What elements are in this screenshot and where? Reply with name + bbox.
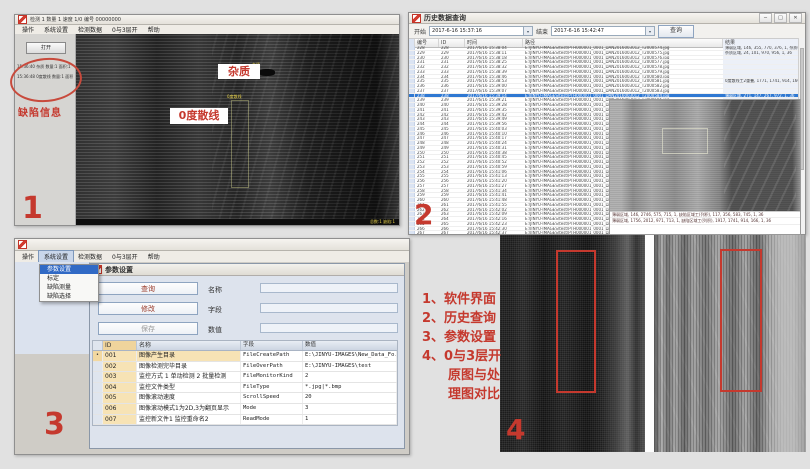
chevron-down-icon[interactable]: ▾	[523, 27, 532, 35]
param-row[interactable]: 003监控方式 1 单动检测 2 批量检测FileMonitorKind2	[93, 372, 397, 383]
param-row[interactable]: 005图像滚动速度ScrollSpeed20	[93, 393, 397, 404]
impurity-defect-blob	[259, 69, 275, 76]
original-defect-rect	[556, 250, 596, 393]
chevron-down-icon[interactable]: ▾	[645, 27, 654, 35]
defect-info-annotation: 缺陷信息	[18, 104, 62, 119]
scatter-defect-rect	[231, 100, 249, 188]
start-time-value: 2017-6-16 15:37:16	[430, 28, 523, 34]
field-label: 字段	[208, 305, 222, 315]
value-label: 数值	[208, 325, 222, 335]
detection-viewer-window: 检测 1 数量 1 速度 1/0 编号 00000000 操作系统设置检测数据0…	[14, 14, 400, 226]
menu-item[interactable]: 操作	[17, 251, 39, 262]
note-line: 3、参数设置	[422, 328, 501, 347]
menu-item[interactable]: 系统设置	[39, 251, 73, 262]
note-line: 原图与处	[422, 366, 501, 385]
open-button[interactable]: 打开	[26, 42, 66, 54]
scatter-label: 0度散线	[170, 108, 228, 124]
menu-option[interactable]: 标定	[40, 274, 98, 283]
p2-titlebar: 历史数据查询 ─ □ ✕	[409, 13, 805, 24]
window-controls: ─ □ ✕	[759, 13, 802, 23]
badge-4: 4	[506, 416, 525, 444]
p2-toolbar: 开始 2017-6-16 15:37:16 ▾ 结束 2017-6-16 15:…	[409, 24, 805, 39]
col-value[interactable]: 数值	[303, 341, 397, 350]
query-param-button[interactable]: 查询	[98, 282, 198, 295]
p3-dropdown: 参数设置标定缺陷测量缺陷选择	[39, 264, 99, 302]
badge-1: 1	[22, 194, 43, 224]
value-input[interactable]	[260, 323, 398, 333]
note-line: 4、0与3层开	[422, 347, 501, 366]
save-param-button[interactable]: 保存	[98, 322, 198, 335]
menu-item[interactable]: 检测数据	[73, 251, 107, 262]
preview-status: 薄弱区域, 146, 2746, 575, 715, 1, 缺陷区域工(列积),…	[610, 211, 800, 234]
history-query-window: 历史数据查询 ─ □ ✕ 开始 2017-6-16 15:37:16 ▾ 结束 …	[408, 12, 806, 235]
history-image-preview: 薄弱区域, 146, 2746, 575, 715, 1, 缺陷区域工(列积),…	[609, 99, 801, 235]
preview-defect-rect	[662, 128, 708, 154]
scatter-yellow-tag: 0度散线	[227, 94, 242, 100]
badge-2: 2	[414, 201, 433, 229]
query-button[interactable]: 查询	[658, 25, 694, 38]
param-table-header: ID 名称 字段 数值	[93, 341, 397, 351]
name-label: 名称	[208, 285, 222, 295]
menu-option[interactable]: 缺陷选择	[40, 292, 98, 301]
inspection-image[interactable]: 杂质 杂质 0度散线 0度散线 总数:1 缺陷:1	[76, 34, 399, 225]
strip-divider	[645, 235, 654, 452]
processed-defect-rect	[720, 249, 762, 392]
preview-texture-overlay	[724, 100, 796, 212]
app-icon	[18, 240, 27, 249]
settings-window: 操作系统设置检测数据0与3层开帮助 参数设置标定缺陷测量缺陷选择 参数设置 查询…	[14, 238, 410, 455]
name-input[interactable]	[260, 283, 398, 293]
dialog-titlebar: 参数设置	[90, 264, 404, 276]
badge-3: 3	[44, 410, 65, 440]
app-icon	[18, 15, 27, 24]
minimize-button[interactable]: ─	[759, 13, 772, 23]
p1-statusbar: 总数:1 缺陷:1	[76, 219, 399, 225]
preview-image	[610, 100, 800, 212]
param-row[interactable]: 007监控新文件1 监控重命名2ReadMode1	[93, 415, 397, 426]
start-time-field[interactable]: 2017-6-16 15:37:16 ▾	[429, 26, 533, 36]
maximize-button[interactable]: □	[774, 13, 787, 23]
note-line: 2、历史查询	[422, 309, 501, 328]
close-button[interactable]: ✕	[789, 13, 802, 23]
preview-status-line: 薄弱区域, 1756, 2012, 971, 713, 1, 缺陷区域工(列积)…	[610, 218, 800, 224]
param-row[interactable]: •001图像产生目录FileCreatePathE:\JINYU-IMAGES\…	[93, 351, 397, 362]
menu-item[interactable]: 0与3层开	[107, 251, 143, 262]
p1-title-text: 检测 1 数量 1 速度 1/0 编号 00000000	[30, 16, 121, 23]
param-row[interactable]: 006图像滚动模式1为2D,3为翻页显示Mode3	[93, 404, 397, 415]
col-name[interactable]: 名称	[137, 341, 241, 350]
param-row[interactable]: 004监控文件类型FileType*.jpg|*.bmp	[93, 383, 397, 394]
dialog-title: 参数设置	[105, 265, 133, 275]
p3-titlebar	[15, 239, 409, 251]
param-settings-dialog: 参数设置 查询 修改 保存 名称 字段 数值 ID 名称 字段 数值 •001图…	[89, 263, 405, 449]
screenshot-canvas: 检测 1 数量 1 速度 1/0 编号 00000000 操作系统设置检测数据0…	[0, 0, 810, 469]
param-table: ID 名称 字段 数值 •001图像产生目录FileCreatePathE:\J…	[92, 340, 398, 426]
end-time-label: 结束	[536, 27, 548, 36]
note-line: 理图对比	[422, 385, 501, 404]
end-time-field[interactable]: 2017-6-16 15:42:47 ▾	[551, 26, 655, 36]
col-field[interactable]: 字段	[241, 341, 303, 350]
col-selector	[93, 341, 103, 350]
menu-item[interactable]: 帮助	[143, 251, 165, 262]
param-row[interactable]: 002图像检测完毕目录FileOverPathE:\JINYU-IMAGES\t…	[93, 362, 397, 373]
end-time-value: 2017-6-16 15:42:47	[552, 28, 645, 34]
field-input[interactable]	[260, 303, 398, 313]
menu-option[interactable]: 缺陷测量	[40, 283, 98, 292]
modify-param-button[interactable]: 修改	[98, 302, 198, 315]
p1-body: 打开 15:36:40 杂质 数量:1 面积:115:36:48 0度散线 数量…	[15, 34, 399, 225]
param-table-body: •001图像产生目录FileCreatePathE:\JINYU-IMAGES\…	[93, 351, 397, 425]
menu-option[interactable]: 参数设置	[40, 265, 98, 274]
annotation-notes: 1、软件界面2、历史查询3、参数设置4、0与3层开原图与处理图对比	[422, 290, 501, 404]
col-id[interactable]: ID	[103, 341, 137, 350]
start-time-label: 开始	[414, 27, 426, 36]
note-line: 1、软件界面	[422, 290, 501, 309]
impurity-label: 杂质	[218, 64, 260, 79]
p2-title-text: 历史数据查询	[424, 13, 466, 23]
app-icon	[412, 14, 421, 23]
